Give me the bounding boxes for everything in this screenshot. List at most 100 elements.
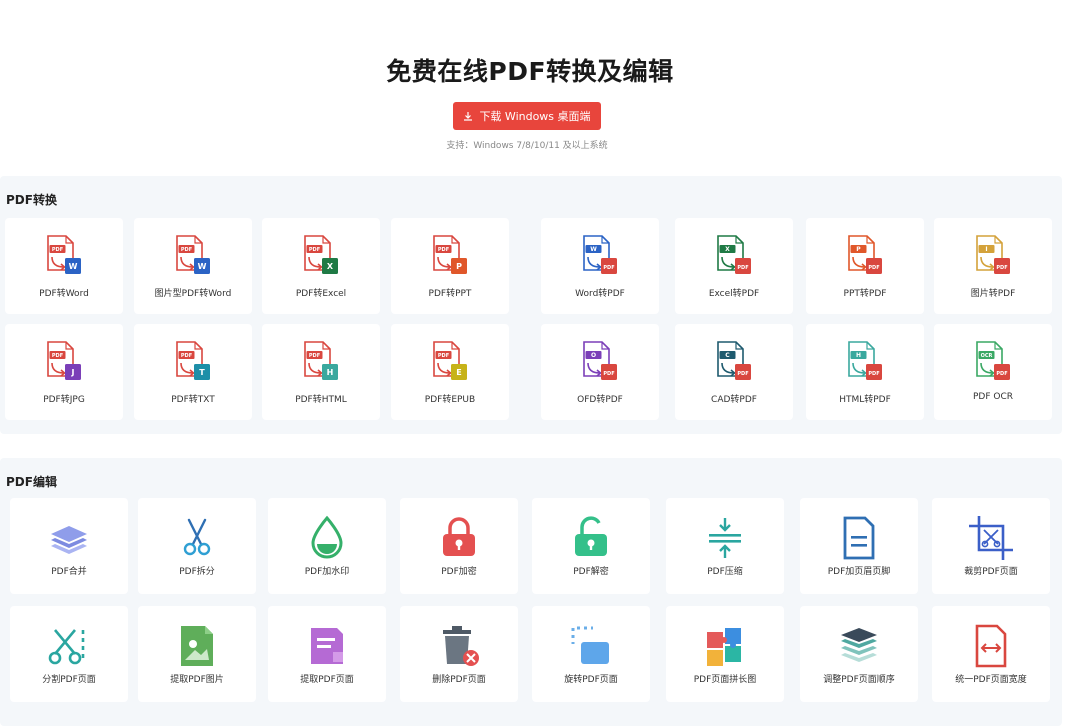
tool-card-pdf-ocr[interactable]: OCR PDF PDF OCR xyxy=(934,324,1052,420)
tool-card-label: PDF转PPT xyxy=(428,289,472,299)
svg-text:E: E xyxy=(456,368,461,377)
crop-icon xyxy=(967,514,1015,562)
tool-card-pdf-to-html[interactable]: PDF H PDF转HTML xyxy=(262,324,380,420)
svg-text:PDF: PDF xyxy=(438,247,449,253)
tool-card-delete-page[interactable]: 删除PDF页面 xyxy=(400,606,518,702)
html-to-pdf-icon: H PDF xyxy=(841,338,889,386)
svg-text:T: T xyxy=(199,368,205,377)
tool-card-label: 提取PDF图片 xyxy=(170,675,224,685)
tool-card-header-footer[interactable]: PDF加页眉页脚 xyxy=(800,498,918,594)
scissors-icon xyxy=(173,514,221,562)
svg-text:C: C xyxy=(725,352,730,359)
tool-card-pdf-to-txt[interactable]: PDF T PDF转TXT xyxy=(134,324,252,420)
compress-icon xyxy=(701,514,749,562)
tool-card-pdf-to-excel[interactable]: PDF X PDF转Excel xyxy=(262,218,380,314)
tool-card-label: OFD转PDF xyxy=(577,395,623,405)
pdf-to-epub-icon: PDF E xyxy=(426,338,474,386)
tool-card-unlock[interactable]: PDF解密 xyxy=(532,498,650,594)
pdf-ocr-icon: OCR PDF xyxy=(969,338,1017,386)
tool-card-label: 图片转PDF xyxy=(970,289,1016,299)
svg-text:OCR: OCR xyxy=(981,353,993,359)
svg-text:PDF: PDF xyxy=(438,353,449,359)
tool-card-label: 提取PDF页面 xyxy=(300,675,354,685)
reorder-layers-icon xyxy=(835,622,883,670)
tool-card-cad-to-pdf[interactable]: C PDF CAD转PDF xyxy=(675,324,793,420)
svg-text:PDF: PDF xyxy=(868,371,879,377)
svg-text:O: O xyxy=(591,352,596,359)
split-page-icon xyxy=(45,622,93,670)
tool-card-extract-image[interactable]: 提取PDF图片 xyxy=(138,606,256,702)
tool-card-image-to-pdf[interactable]: I PDF 图片转PDF xyxy=(934,218,1052,314)
svg-text:W: W xyxy=(198,262,207,271)
tool-card-water-drop[interactable]: PDF加水印 xyxy=(268,498,386,594)
tool-card-rotate-page[interactable]: 旋转PDF页面 xyxy=(532,606,650,702)
svg-text:PDF: PDF xyxy=(737,265,748,271)
svg-text:I: I xyxy=(985,246,987,253)
tool-card-word-to-pdf[interactable]: W PDF Word转PDF xyxy=(541,218,659,314)
ofd-to-pdf-icon: O PDF xyxy=(576,338,624,386)
svg-text:J: J xyxy=(71,368,75,377)
tool-card-split-page[interactable]: 分割PDF页面 xyxy=(10,606,128,702)
tool-card-label: PDF合并 xyxy=(51,567,87,577)
tool-card-uniform-width[interactable]: 统一PDF页面宽度 xyxy=(932,606,1050,702)
pdf-to-ppt-icon: PDF P xyxy=(426,232,474,280)
download-icon xyxy=(464,112,473,121)
tool-card-pdf-to-word[interactable]: PDF W PDF转Word xyxy=(5,218,123,314)
merge-layers-icon xyxy=(45,514,93,562)
tool-card-pdf-to-ppt[interactable]: PDF P PDF转PPT xyxy=(391,218,509,314)
tool-card-excel-to-pdf[interactable]: X PDF Excel转PDF xyxy=(675,218,793,314)
tool-card-pdf-to-epub[interactable]: PDF E PDF转EPUB xyxy=(391,324,509,420)
svg-text:X: X xyxy=(327,262,334,271)
tool-card-html-to-pdf[interactable]: H PDF HTML转PDF xyxy=(806,324,924,420)
svg-text:PDF: PDF xyxy=(52,247,63,253)
convert-section: PDF转换 PDF W PDF转Word PDF W 图片型PDF转Word P… xyxy=(0,176,1062,434)
tool-card-label: 裁剪PDF页面 xyxy=(964,567,1018,577)
svg-text:PDF: PDF xyxy=(737,371,748,377)
tool-card-lock[interactable]: PDF加密 xyxy=(400,498,518,594)
tool-card-image-pdf-to-word[interactable]: PDF W 图片型PDF转Word xyxy=(134,218,252,314)
tool-card-label: 分割PDF页面 xyxy=(42,675,96,685)
tool-card-ppt-to-pdf[interactable]: P PDF PPT转PDF xyxy=(806,218,924,314)
tool-card-label: PDF拆分 xyxy=(179,567,215,577)
tool-card-label: PDF转HTML xyxy=(295,395,347,405)
tool-card-label: PDF转EPUB xyxy=(424,395,476,405)
edit-section-title: PDF编辑 xyxy=(6,475,57,489)
pdf-to-jpg-icon: PDF J xyxy=(40,338,88,386)
tool-card-label: PDF转Excel xyxy=(295,289,347,299)
tool-card-label: HTML转PDF xyxy=(839,395,891,405)
tool-card-pdf-to-jpg[interactable]: PDF J PDF转JPG xyxy=(5,324,123,420)
svg-text:PDF: PDF xyxy=(603,371,614,377)
edit-section: PDF编辑 PDF合并 PDF拆分 PDF加水印 PDF加密 PDF解密 PDF… xyxy=(0,458,1062,726)
tool-card-reorder-layers[interactable]: 调整PDF页面顺序 xyxy=(800,606,918,702)
tool-card-label: PDF转JPG xyxy=(43,395,85,405)
tool-card-crop[interactable]: 裁剪PDF页面 xyxy=(932,498,1050,594)
tool-card-label: PPT转PDF xyxy=(843,289,887,299)
tool-card-label: PDF加水印 xyxy=(304,567,350,577)
tool-card-label: PDF转TXT xyxy=(171,395,215,405)
support-note: 支持：Windows 7/8/10/11 及以上系统 xyxy=(446,141,608,151)
header-footer-icon xyxy=(835,514,883,562)
svg-text:X: X xyxy=(725,246,730,253)
download-windows-button[interactable]: 下载 Windows 桌面端 xyxy=(453,102,601,130)
tool-card-compress[interactable]: PDF压缩 xyxy=(666,498,784,594)
tool-card-scissors[interactable]: PDF拆分 xyxy=(138,498,256,594)
svg-text:PDF: PDF xyxy=(996,265,1007,271)
image-to-pdf-icon: I PDF xyxy=(969,232,1017,280)
rotate-page-icon xyxy=(567,622,615,670)
svg-text:PDF: PDF xyxy=(309,247,320,253)
excel-to-pdf-icon: X PDF xyxy=(710,232,758,280)
tool-card-puzzle[interactable]: PDF页面拼长图 xyxy=(666,606,784,702)
tool-card-label: PDF解密 xyxy=(573,567,609,577)
svg-text:PDF: PDF xyxy=(52,353,63,359)
page-title: 免费在线PDF转换及编辑 xyxy=(386,57,674,86)
cad-to-pdf-icon: C PDF xyxy=(710,338,758,386)
tool-card-merge-layers[interactable]: PDF合并 xyxy=(10,498,128,594)
tool-card-label: PDF OCR xyxy=(972,392,1014,402)
tool-card-label: PDF转Word xyxy=(39,289,89,299)
svg-text:P: P xyxy=(456,262,462,271)
tool-card-label: Word转PDF xyxy=(575,289,625,299)
tool-card-extract-page[interactable]: 提取PDF页面 xyxy=(268,606,386,702)
ppt-to-pdf-icon: P PDF xyxy=(841,232,889,280)
water-drop-icon xyxy=(303,514,351,562)
tool-card-ofd-to-pdf[interactable]: O PDF OFD转PDF xyxy=(541,324,659,420)
